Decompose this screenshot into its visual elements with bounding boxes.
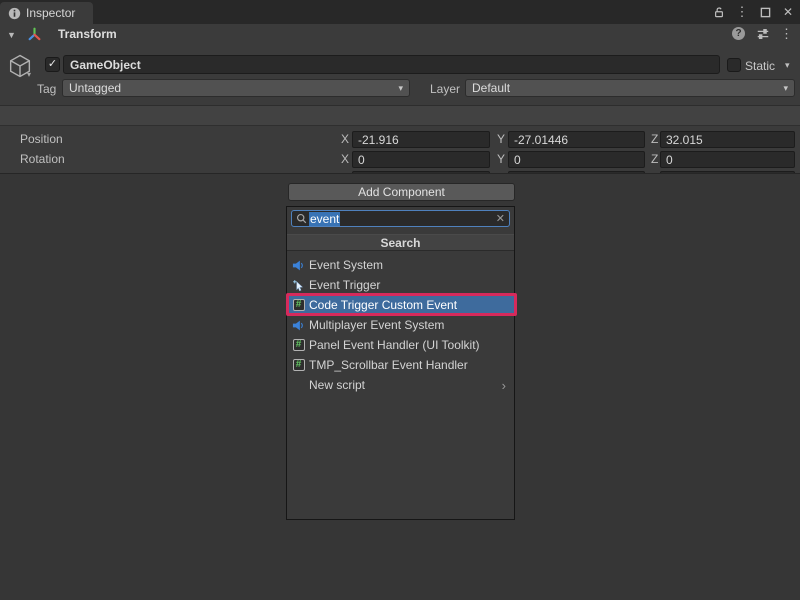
rotation-label: Rotation [20,152,65,166]
component-kebab-icon[interactable]: ⋮ [779,26,794,41]
static-checkbox[interactable] [727,58,741,72]
foldout-icon[interactable]: ▼ [7,30,16,40]
layer-value: Default [472,81,510,95]
search-icon [296,213,307,224]
event-trigger-icon [292,279,305,292]
axis-y-label: Y [497,152,505,166]
caret-down-icon: ▾ [783,83,788,94]
position-z-field[interactable]: 32.015 [660,131,795,148]
tab-inspector[interactable]: Inspector [0,2,93,24]
list-item-tmp-scrollbar-event-handler[interactable]: # TMP_Scrollbar Event Handler [287,355,514,375]
tab-bar: Inspector ⋮ ✕ [0,0,800,24]
inspector-header-area: ▾ ✓ GameObject Static ▾ Tag Untagged ▾ L… [0,24,800,173]
rotation-x-field[interactable]: 0 [352,151,490,168]
list-item-event-trigger[interactable]: Event Trigger [287,275,514,295]
unity-inspector-window: Inspector ⋮ ✕ ▾ [0,0,800,600]
chevron-right-icon: › [502,378,506,393]
position-y-field[interactable]: -27.01446 [508,131,645,148]
event-system-icon [292,319,305,332]
rotation-z-field[interactable]: 0 [660,151,795,168]
clear-search-icon[interactable]: ✕ [496,212,505,225]
axis-z-label: Z [651,132,658,146]
axis-x-label: X [341,132,349,146]
list-item-multiplayer-event-system[interactable]: Multiplayer Event System [287,315,514,335]
tag-value: Untagged [69,81,121,95]
static-label: Static [745,59,775,73]
axis-z-label: Z [651,152,658,166]
layer-dropdown[interactable]: Default ▾ [465,79,795,97]
help-icon[interactable]: ? [731,26,746,41]
close-icon[interactable]: ✕ [780,4,796,20]
gameobject-icon[interactable] [6,52,36,82]
transform-header[interactable] [0,105,800,126]
active-checkbox[interactable]: ✓ [45,57,60,72]
list-item-code-trigger-custom-event[interactable]: # Code Trigger Custom Event [287,295,514,315]
rotation-row: Rotation X 0 Y 0 Z 0 [0,150,800,170]
tag-dropdown[interactable]: Untagged ▾ [62,79,410,97]
menu-kebab-icon[interactable]: ⋮ [734,4,750,20]
component-search-input[interactable]: event ✕ [291,210,510,227]
csharp-script-icon: # [292,359,305,372]
transform-header-icons: ? ⋮ [731,26,794,41]
csharp-script-icon: # [292,299,305,312]
axis-y-label: Y [497,132,505,146]
tab-label: Inspector [26,6,75,20]
position-x-field[interactable]: -21.916 [352,131,490,148]
gameobject-name-field[interactable]: GameObject [63,55,720,74]
add-component-popup: event ✕ Search Event System [286,206,515,520]
rotation-y-field[interactable]: 0 [508,151,645,168]
position-label: Position [20,132,63,146]
axis-x-label: X [341,152,349,166]
info-icon [8,7,21,20]
search-results-header: Search [287,234,514,251]
position-row: Position X -21.916 Y -27.01446 Z 32.015 [0,130,800,150]
list-item-panel-event-handler[interactable]: # Panel Event Handler (UI Toolkit) [287,335,514,355]
tag-label: Tag [37,82,56,96]
add-component-button[interactable]: Add Component [288,183,515,201]
unlock-icon[interactable] [711,4,727,20]
caret-down-icon: ▾ [398,83,403,94]
static-dropdown-caret-icon[interactable]: ▾ [785,60,790,71]
transform-title: Transform [58,27,117,41]
search-query-text: event [309,212,340,226]
gameobject-name: GameObject [70,58,141,72]
gameobject-caret-icon[interactable]: ▾ [27,70,31,79]
component-list: Event System Event Trigger # Cod [287,255,514,395]
check-icon: ✓ [48,59,57,70]
list-item-event-system[interactable]: Event System [287,255,514,275]
transform-gizmo-icon [26,26,43,46]
presets-icon[interactable] [755,26,770,41]
maximize-icon[interactable] [757,4,773,20]
event-system-icon [292,259,305,272]
window-controls: ⋮ ✕ [711,0,796,24]
csharp-script-icon: # [292,339,305,352]
list-item-new-script[interactable]: New script › [287,375,514,395]
layer-label: Layer [430,82,460,96]
